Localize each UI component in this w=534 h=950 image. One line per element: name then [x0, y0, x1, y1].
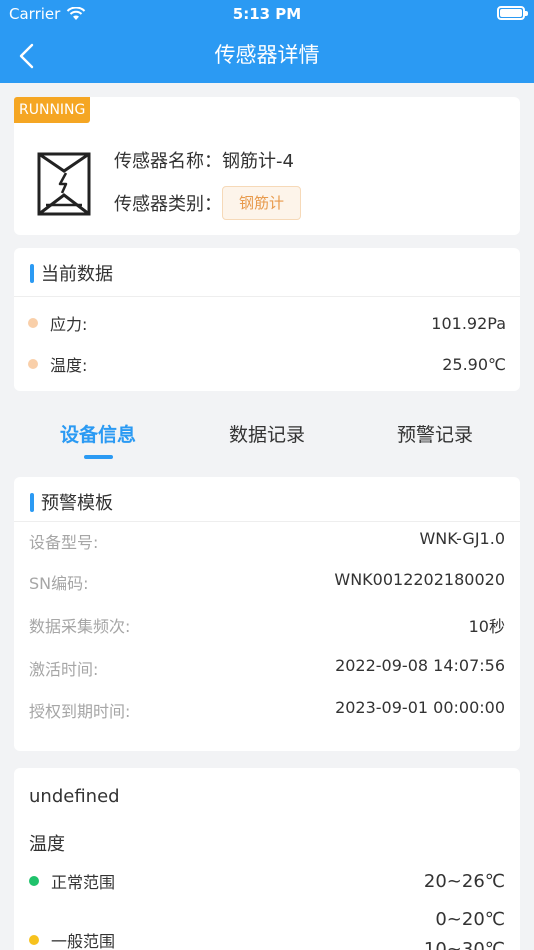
rebar-meter-icon — [37, 152, 91, 216]
info-row-sn: SN编码: WNK0012202180020 — [29, 570, 505, 594]
info-value: WNK0012202180020 — [334, 570, 505, 589]
tab-device-info[interactable]: 设备信息 — [14, 420, 182, 447]
divider — [14, 296, 520, 297]
range-label: 正常范围 — [51, 873, 116, 892]
sensor-type-label: 传感器类别： — [114, 194, 222, 215]
bullet-dot-icon — [28, 318, 38, 328]
info-label: 数据采集频次: — [29, 617, 131, 636]
info-label: 设备型号: — [29, 533, 99, 552]
tab-active-indicator — [84, 455, 113, 459]
sensor-name-value: 钢筋计-4 — [222, 151, 294, 172]
range-value: 10~30℃ — [423, 939, 505, 950]
info-label: SN编码: — [29, 574, 89, 593]
info-row-frequency: 数据采集频次: 10秒 — [29, 613, 505, 637]
data-value: 25.90℃ — [442, 354, 506, 374]
section-header: 预警模板 — [30, 489, 113, 515]
sensor-name-row: 传感器名称： 钢筋计-4 — [114, 147, 294, 173]
top-bar: Carrier 5:13 PM 传感器详情 — [0, 0, 534, 83]
sensor-name-label: 传感器名称： — [114, 151, 222, 172]
info-label: 激活时间: — [29, 660, 99, 679]
page-title: 传感器详情 — [214, 43, 320, 67]
tab-warning-records[interactable]: 预警记录 — [351, 420, 519, 447]
section-title: 当前数据 — [41, 264, 113, 285]
range-value: 20~26℃ — [423, 870, 505, 892]
tab-bar: 设备信息 数据记录 预警记录 — [14, 410, 520, 462]
range-row-normal: 正常范围 20~26℃ — [29, 869, 505, 893]
data-row-stress: 应力: 101.92Pa — [28, 311, 506, 335]
current-data-card: 当前数据 应力: 101.92Pa 温度: 25.90℃ — [14, 248, 520, 391]
section-accent-bar — [30, 492, 34, 512]
data-row-temperature: 温度: 25.90℃ — [28, 352, 506, 376]
range-label: 一般范围 — [51, 932, 116, 950]
status-time: 5:13 PM — [232, 5, 302, 23]
warning-title: undefined — [29, 786, 120, 807]
info-value: 2023-09-01 00:00:00 — [335, 698, 505, 717]
range-value: 0~20℃ — [435, 909, 505, 930]
bullet-dot-icon — [28, 359, 38, 369]
info-value: 10秒 — [468, 617, 505, 636]
status-bar: Carrier 5:13 PM — [0, 0, 534, 28]
info-row-expiry-time: 授权到期时间: 2023-09-01 00:00:00 — [29, 698, 505, 722]
warning-template-card: undefined 温度 正常范围 20~26℃ 0~20℃ 一般范围 10~3… — [14, 768, 520, 950]
data-value: 101.92Pa — [431, 313, 506, 333]
sensor-type-row: 传感器类别： 钢筋计 — [114, 186, 302, 220]
section-accent-bar — [30, 263, 34, 283]
device-info-card: 预警模板 设备型号: WNK-GJ1.0 SN编码: WNK0012202180… — [14, 477, 520, 751]
nav-bar: 传感器详情 — [0, 28, 534, 83]
tab-data-records[interactable]: 数据记录 — [183, 420, 351, 447]
bullet-dot-icon — [29, 876, 39, 886]
info-value: 2022-09-08 14:07:56 — [335, 656, 505, 675]
divider — [14, 521, 520, 522]
section-title: 预警模板 — [41, 493, 113, 514]
bullet-dot-icon — [29, 935, 39, 945]
data-label: 应力: — [50, 315, 88, 334]
warning-metric-title: 温度 — [29, 834, 65, 855]
sensor-type-tag: 钢筋计 — [222, 186, 302, 220]
sensor-card: RUNNING 传感器名称： 钢筋计-4 传感器类别： 钢筋计 — [14, 97, 520, 235]
info-value: WNK-GJ1.0 — [419, 529, 505, 548]
info-row-activation-time: 激活时间: 2022-09-08 14:07:56 — [29, 656, 505, 680]
status-badge: RUNNING — [14, 97, 91, 123]
info-label: 授权到期时间: — [29, 702, 131, 721]
battery-icon — [497, 6, 528, 20]
section-header: 当前数据 — [30, 260, 113, 286]
info-row-model: 设备型号: WNK-GJ1.0 — [29, 529, 505, 553]
data-label: 温度: — [50, 356, 88, 375]
